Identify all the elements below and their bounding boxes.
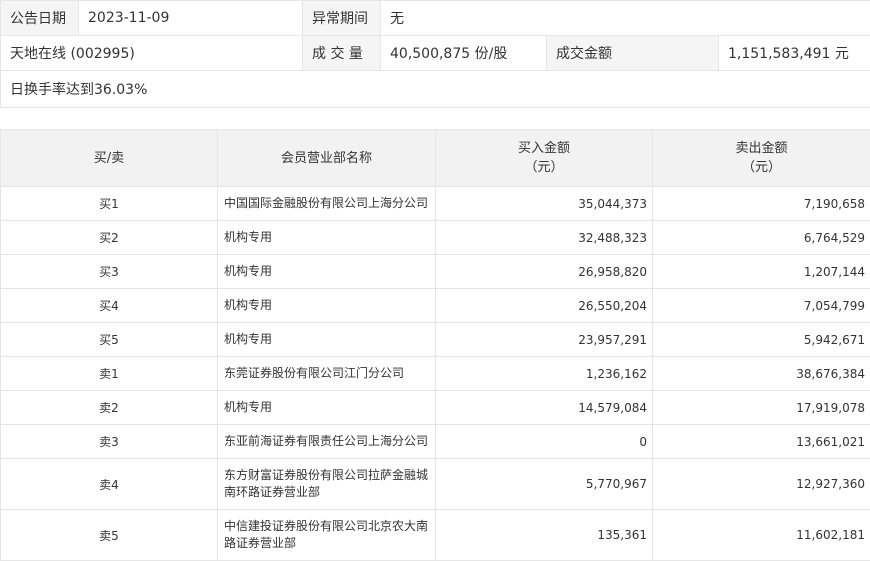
row-sell-amount: 5,942,671 <box>653 323 870 357</box>
abnormal-period-label: 异常期间 <box>303 1 381 36</box>
stock-name: 天地在线 (002995) <box>1 36 303 71</box>
table-row: 买1 中国国际金融股份有限公司上海分公司 35,044,373 7,190,65… <box>1 187 870 221</box>
table-row: 卖3 东亚前海证券有限责任公司上海分公司 0 13,661,021 <box>1 425 870 459</box>
table-row: 买4 机构专用 26,550,204 7,054,799 <box>1 289 870 323</box>
row-branch: 机构专用 <box>218 391 436 425</box>
row-buy-amount: 23,957,291 <box>436 323 653 357</box>
row-sell-amount: 7,190,658 <box>653 187 870 221</box>
table-header-row: 买/卖 会员营业部名称 买入金额 （元） 卖出金额 （元） <box>1 130 870 187</box>
row-branch: 机构专用 <box>218 289 436 323</box>
row-sell-amount: 1,207,144 <box>653 255 870 289</box>
table-row: 买2 机构专用 32,488,323 6,764,529 <box>1 221 870 255</box>
trading-seats-table: 买/卖 会员营业部名称 买入金额 （元） 卖出金额 （元） 买1 中国国际金融股… <box>0 129 870 561</box>
row-buy-amount: 26,958,820 <box>436 255 653 289</box>
row-branch: 机构专用 <box>218 221 436 255</box>
row-sell-amount: 11,602,181 <box>653 510 870 561</box>
row-sell-amount: 12,927,360 <box>653 459 870 510</box>
row-branch: 机构专用 <box>218 255 436 289</box>
row-branch: 中国国际金融股份有限公司上海分公司 <box>218 187 436 221</box>
col-header-buy: 买入金额 （元） <box>436 130 653 187</box>
row-buy-amount: 0 <box>436 425 653 459</box>
row-sell-amount: 38,676,384 <box>653 357 870 391</box>
table-row: 卖1 东莞证券股份有限公司江门分公司 1,236,162 38,676,384 <box>1 357 870 391</box>
row-side: 买1 <box>1 187 218 221</box>
abnormal-period-value: 无 <box>381 1 870 36</box>
row-buy-amount: 35,044,373 <box>436 187 653 221</box>
row-side: 卖2 <box>1 391 218 425</box>
row-buy-amount: 32,488,323 <box>436 221 653 255</box>
row-side: 卖4 <box>1 459 218 510</box>
amount-label: 成交金额 <box>547 36 719 71</box>
row-branch: 机构专用 <box>218 323 436 357</box>
announce-date-value: 2023-11-09 <box>79 1 303 36</box>
row-branch: 中信建投证券股份有限公司北京农大南路证券营业部 <box>218 510 436 561</box>
row-side: 买4 <box>1 289 218 323</box>
table-row: 卖4 东方财富证券股份有限公司拉萨金融城南环路证券营业部 5,770,967 1… <box>1 459 870 510</box>
col-header-buy-unit: （元） <box>436 158 652 177</box>
table-row: 买5 机构专用 23,957,291 5,942,671 <box>1 323 870 357</box>
announce-date-label: 公告日期 <box>1 1 79 36</box>
col-header-side: 买/卖 <box>1 130 218 187</box>
abnormal-reason: 日换手率达到36.03% <box>1 71 870 108</box>
col-header-buy-title: 买入金额 <box>436 139 652 158</box>
table-row: 卖5 中信建投证券股份有限公司北京农大南路证券营业部 135,361 11,60… <box>1 510 870 561</box>
row-branch: 东亚前海证券有限责任公司上海分公司 <box>218 425 436 459</box>
col-header-sell-title: 卖出金额 <box>653 139 870 158</box>
table-row: 买3 机构专用 26,958,820 1,207,144 <box>1 255 870 289</box>
row-side: 卖1 <box>1 357 218 391</box>
row-branch: 东莞证券股份有限公司江门分公司 <box>218 357 436 391</box>
row-side: 买5 <box>1 323 218 357</box>
row-buy-amount: 135,361 <box>436 510 653 561</box>
row-side: 卖5 <box>1 510 218 561</box>
row-buy-amount: 1,236,162 <box>436 357 653 391</box>
summary-table: 公告日期 2023-11-09 异常期间 无 天地在线 (002995) 成 交… <box>0 0 870 108</box>
amount-value: 1,151,583,491 元 <box>719 36 870 71</box>
col-header-branch: 会员营业部名称 <box>218 130 436 187</box>
volume-value: 40,500,875 份/股 <box>381 36 547 71</box>
row-side: 买2 <box>1 221 218 255</box>
row-sell-amount: 7,054,799 <box>653 289 870 323</box>
row-branch: 东方财富证券股份有限公司拉萨金融城南环路证券营业部 <box>218 459 436 510</box>
volume-label: 成 交 量 <box>303 36 381 71</box>
table-row: 卖2 机构专用 14,579,084 17,919,078 <box>1 391 870 425</box>
col-header-sell: 卖出金额 （元） <box>653 130 870 187</box>
row-sell-amount: 17,919,078 <box>653 391 870 425</box>
row-side: 买3 <box>1 255 218 289</box>
col-header-sell-unit: （元） <box>653 158 870 177</box>
row-buy-amount: 5,770,967 <box>436 459 653 510</box>
row-sell-amount: 13,661,021 <box>653 425 870 459</box>
row-buy-amount: 26,550,204 <box>436 289 653 323</box>
row-side: 卖3 <box>1 425 218 459</box>
row-buy-amount: 14,579,084 <box>436 391 653 425</box>
row-sell-amount: 6,764,529 <box>653 221 870 255</box>
